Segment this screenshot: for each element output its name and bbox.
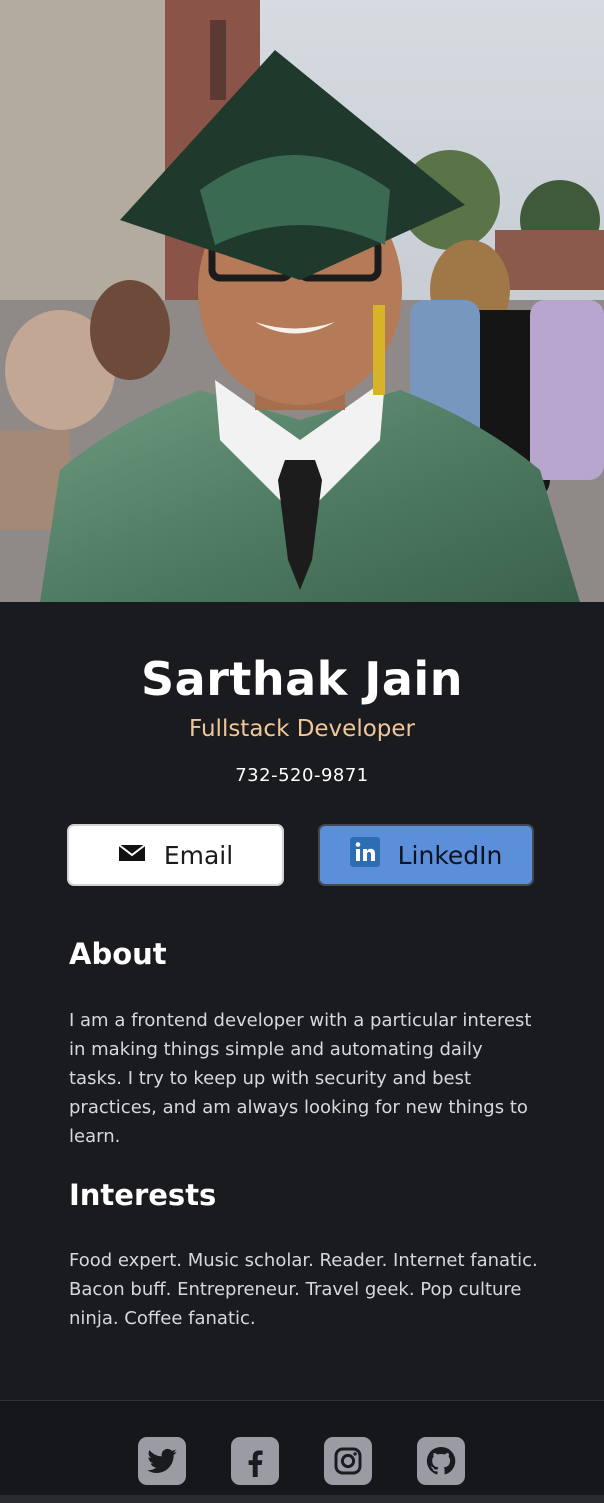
github-icon[interactable] [417, 1437, 465, 1485]
footer [0, 1400, 604, 1503]
email-button[interactable]: Email [67, 824, 284, 886]
interests-text: Food expert. Music scholar. Reader. Inte… [69, 1250, 538, 1329]
profile-photo [0, 0, 604, 602]
linkedin-button[interactable]: LinkedIn [318, 824, 534, 886]
about-heading: About [69, 937, 167, 971]
profile-card: Sarthak Jain Fullstack Developer 732-520… [0, 0, 604, 1503]
about-text: I am a frontend developer with a particu… [69, 1010, 532, 1147]
profile-role: Fullstack Developer [189, 716, 415, 742]
linkedin-icon [349, 837, 380, 873]
profile-phone: 732-520-9871 [235, 765, 369, 786]
envelope-icon [118, 841, 146, 870]
facebook-icon[interactable] [231, 1437, 279, 1485]
twitter-icon[interactable] [138, 1437, 186, 1485]
interests-heading: Interests [69, 1178, 217, 1212]
linkedin-button-label: LinkedIn [397, 840, 503, 870]
profile-name: Sarthak Jain [141, 652, 463, 706]
email-button-label: Email [163, 840, 234, 870]
instagram-icon[interactable] [324, 1437, 372, 1485]
